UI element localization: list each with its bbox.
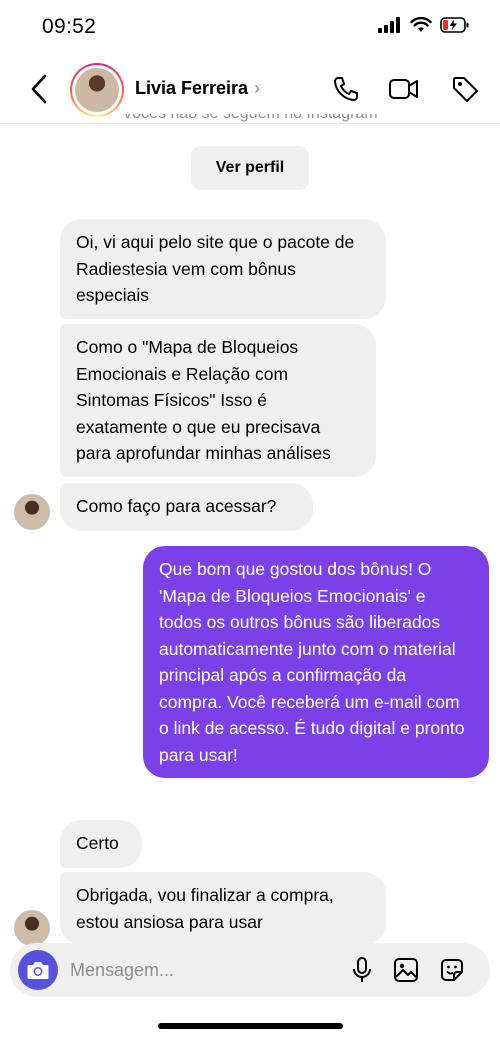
tag-icon [453,77,478,102]
camera-icon [27,962,49,979]
battery-charging-icon [440,17,469,33]
microphone-icon [353,957,371,982]
video-camera-icon [389,79,418,99]
call-button[interactable] [330,73,362,105]
sender-avatar[interactable] [14,494,50,530]
message-bubble-incoming[interactable]: Oi, vi aqui pelo site que o pacote de Ra… [60,219,386,319]
voice-message-button[interactable] [347,955,377,985]
contact-name: Livia Ferreira [135,78,249,98]
status-time: 09:52 [42,15,97,38]
camera-button[interactable] [18,950,58,990]
wifi-icon [410,17,432,32]
video-call-button[interactable] [388,73,420,105]
sender-avatar[interactable] [14,910,50,946]
signal-icon [378,17,400,33]
gallery-button[interactable] [391,955,421,985]
sticker-icon [441,959,463,981]
view-profile-button[interactable]: Ver perfil [191,146,309,190]
status-icons [378,17,470,33]
phone-icon [334,77,358,101]
message-bubble-outgoing[interactable]: Que bom que gostou dos bônus! O 'Mapa de… [143,546,489,778]
message-bubble-incoming[interactable]: Certo [60,820,142,868]
message-composer [10,943,490,997]
contact-name-link[interactable]: Livia Ferreira › [135,78,260,99]
label-button[interactable] [449,73,481,105]
contact-avatar[interactable] [70,63,124,117]
status-bar: 09:52 [0,0,500,56]
sticker-button[interactable] [437,955,467,985]
home-indicator[interactable] [158,1023,343,1029]
avatar-photo [75,68,119,112]
gallery-icon [394,958,418,982]
message-bubble-incoming[interactable]: Como faço para acessar? [60,483,313,531]
chevron-right-icon: › [254,78,261,98]
message-input[interactable] [70,958,330,982]
back-button[interactable] [26,72,52,106]
message-bubble-incoming[interactable]: Como o "Mapa de Bloqueios Emocionais e R… [60,324,376,477]
not-following-note: Vocês não se seguem no Instagram [0,114,500,128]
message-bubble-incoming[interactable]: Obrigada, vou finalizar a compra, estou … [60,872,386,945]
back-arrow-icon [31,74,47,104]
